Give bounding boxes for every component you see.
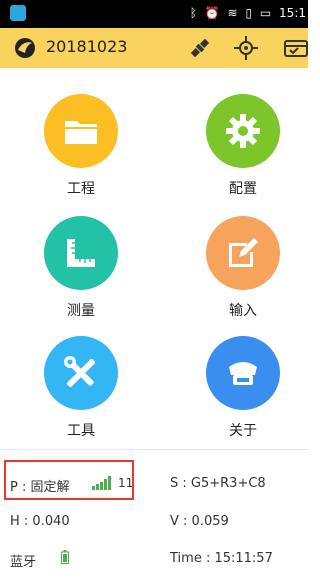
gear-icon (226, 114, 260, 148)
gps-time: Time : 15:11:57 (170, 551, 273, 566)
battery-icon: ▭ (259, 6, 272, 20)
system-status-bar: ᛒ ⏰ ≋ ▯ ▭ 15:1 (0, 0, 308, 28)
crosshair-icon[interactable] (232, 34, 260, 62)
satellite-count: 11 (118, 476, 134, 490)
survey-circle[interactable] (44, 216, 118, 290)
input-circle[interactable] (206, 216, 280, 290)
satellites-info: S : G5+R3+C8 (170, 476, 266, 491)
status-time: 15:1 (279, 6, 306, 20)
tools-icon (64, 356, 96, 388)
menu-item-input[interactable]: 输入 (183, 216, 303, 320)
sim-icon: ▯ (245, 6, 253, 20)
app-bar: 20181023 (0, 28, 308, 68)
folder-icon (65, 121, 97, 144)
battery-icon (61, 550, 69, 564)
about-circle[interactable] (206, 336, 280, 410)
menu-item-tools[interactable]: 工具 (21, 336, 141, 440)
project-name: 20181023 (46, 37, 128, 56)
menu-item-config[interactable]: 配置 (183, 94, 303, 198)
receiver-icon (229, 362, 257, 385)
app-logo-icon (15, 38, 35, 58)
menu-label-config: 配置 (229, 181, 257, 197)
project-circle[interactable] (44, 94, 118, 168)
menu-label-survey: 测量 (67, 303, 95, 319)
signal-strength-icon (92, 476, 111, 490)
bluetooth-label: 蓝牙 (10, 555, 37, 570)
tools-circle[interactable] (44, 336, 118, 410)
notification-app-icon (10, 5, 26, 21)
menu-item-survey[interactable]: 测量 (21, 216, 141, 320)
wifi-icon: ≋ (227, 6, 238, 20)
edit-icon (229, 238, 258, 267)
bluetooth-icon: ᛒ (189, 6, 197, 20)
alarm-icon: ⏰ (204, 6, 220, 20)
status-icons: ᛒ ⏰ ≋ ▯ ▭ 15:1 (186, 6, 306, 20)
menu-item-about[interactable]: 关于 (183, 336, 303, 440)
receiver-icon[interactable] (282, 34, 308, 62)
ruler-icon (67, 239, 95, 267)
satellite-icon[interactable] (186, 34, 214, 62)
v-precision: V : 0.059 (170, 514, 229, 529)
menu-label-about: 关于 (229, 423, 257, 439)
h-precision: H : 0.040 (10, 514, 70, 529)
config-circle[interactable] (206, 94, 280, 168)
position-status: P : 固定解 (10, 480, 70, 495)
menu-item-project[interactable]: 工程 (21, 94, 141, 198)
divider (0, 449, 308, 450)
menu-label-project: 工程 (67, 181, 95, 197)
menu-label-tools: 工具 (67, 423, 95, 439)
menu-label-input: 输入 (229, 303, 257, 319)
